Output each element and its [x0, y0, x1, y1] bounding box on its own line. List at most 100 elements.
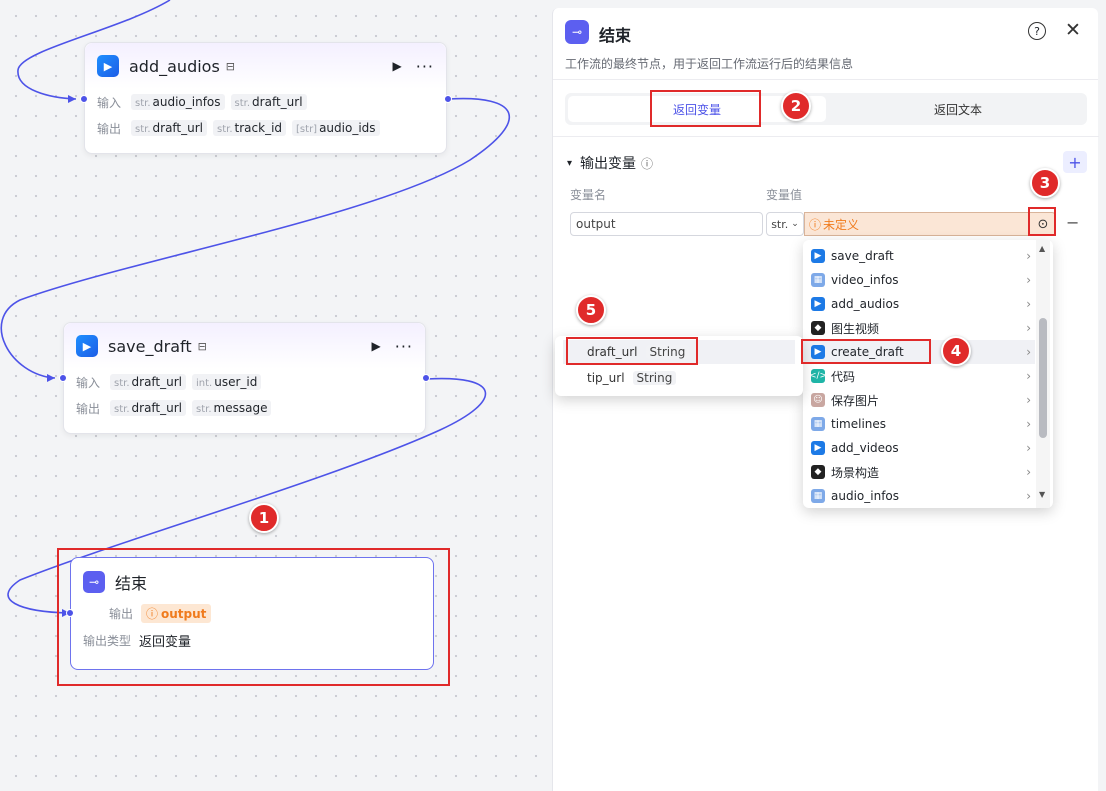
dropdown-item[interactable]: ▶ add_audios › [803, 292, 1035, 316]
chevron-right-icon: › [1026, 441, 1031, 455]
node-outputs-row: 输出 str. draft_url str. track_id [str] audio… [85, 115, 446, 141]
var-type-select[interactable]: str. ⌄ [766, 212, 804, 236]
input-port[interactable] [80, 95, 88, 103]
tab-return-text[interactable]: 返回文本 [829, 93, 1087, 125]
output-label: 输出 [97, 121, 122, 136]
plugin-icon: ▶ [811, 345, 825, 359]
node-outputs-row: 输出 str. draft_url str. message [64, 395, 425, 421]
plugin-icon: ▶ [76, 335, 98, 357]
chevron-right-icon: › [1026, 249, 1031, 263]
output-type-label: 输出类型 [83, 634, 132, 648]
dropdown-item[interactable]: ▦ timelines › [803, 412, 1035, 436]
dropdown-item[interactable]: ☺ 保存图片 › [803, 388, 1035, 412]
node-title: add_audios [129, 56, 220, 76]
input-label: 输入 [97, 95, 122, 110]
chevron-right-icon: › [1026, 465, 1031, 479]
badge-icon: ⊟ [197, 339, 207, 353]
plugin-icon: ▶ [811, 441, 825, 455]
panel-description: 工作流的最终节点，用于返回工作流运行后的结果信息 [565, 57, 854, 71]
save-draft-node[interactable]: ▶ save_draft ⊟ ▶ ··· 输入 str. draft_url in… [63, 322, 426, 434]
step-marker-2: 2 [781, 91, 811, 121]
end-icon: ⊸ [565, 20, 589, 44]
remove-variable-button[interactable]: − [1066, 213, 1079, 232]
plugin-icon: ▶ [811, 249, 825, 263]
panel-header: ⊸ 结束 ? ✕ 工作流的最终节点，用于返回工作流运行后的结果信息 [553, 8, 1098, 80]
add-audios-node[interactable]: ▶ add_audios ⊟ ▶ ··· 输入 str. audio_infos … [84, 42, 447, 154]
output-port[interactable] [444, 95, 452, 103]
step-marker-3: 3 [1030, 168, 1060, 198]
close-icon[interactable]: ✕ [1065, 19, 1081, 41]
node-header: ▶ add_audios ⊟ ▶ ··· [85, 43, 446, 89]
output-variables-section[interactable]: ▾ 输出变量 ⓘ [567, 153, 653, 173]
divider [553, 136, 1099, 137]
scroll-down-icon: ▼ [1039, 490, 1046, 499]
output-port[interactable] [422, 374, 430, 382]
step-marker-1: 1 [249, 503, 279, 533]
output-tag: str. track_id [213, 120, 287, 136]
dropdown-item[interactable]: ◆ 场景构造 › [803, 460, 1035, 484]
var-value-field[interactable]: ⓘ 未定义 [804, 212, 1056, 236]
end-icon: ⊸ [83, 571, 105, 593]
dropdown-item[interactable]: ▶ create_draft › [803, 340, 1035, 364]
more-icon[interactable]: ··· [395, 337, 413, 356]
node-header: ▶ save_draft ⊟ ▶ ··· [64, 323, 425, 369]
input-port[interactable] [66, 609, 74, 617]
warning-icon: ⓘ [146, 607, 159, 621]
input-tag: str. audio_infos [131, 94, 225, 110]
output-label: 输出 [76, 401, 101, 416]
var-value-column-label: 变量值 [766, 188, 803, 202]
end-output-type-row: 输出类型 返回变量 [71, 623, 433, 650]
input-tag: str. draft_url [230, 94, 307, 110]
output-type-value: 返回变量 [139, 635, 192, 650]
output-warning-tag: ⓘ output [141, 604, 212, 623]
output-tag: str. message [192, 400, 272, 416]
node-reference-dropdown[interactable]: ▶ save_draft › ▦ video_infos › ▶ add_audios › … [803, 240, 1053, 508]
dropdown-item[interactable]: ▶ add_videos › [803, 436, 1035, 460]
var-name-column-label: 变量名 [570, 188, 607, 202]
info-icon: ⓘ [641, 156, 654, 171]
dark-plugin-icon: ◆ [811, 465, 825, 479]
dropdown-item[interactable]: ▶ save_draft › [803, 244, 1035, 268]
workflow-canvas[interactable]: ▶ add_audios ⊟ ▶ ··· 输入 str. audio_infos … [0, 0, 552, 791]
chevron-right-icon: › [1026, 345, 1031, 359]
end-output-row: 输出 ⓘ output [71, 594, 433, 623]
chevron-right-icon: › [1026, 417, 1031, 431]
submenu-item[interactable]: tip_url String [563, 366, 795, 390]
input-tag: str. draft_url [110, 374, 187, 390]
chevron-right-icon: › [1026, 393, 1031, 407]
code-plugin-icon: ▦ [811, 417, 825, 431]
input-port[interactable] [59, 374, 67, 382]
node-inputs-row: 输入 str. audio_infos str. draft_url [85, 89, 446, 115]
dropdown-item[interactable]: ◆ 图生视频 › [803, 316, 1035, 340]
output-mode-tabs: 返回变量 返回文本 [565, 93, 1087, 125]
plugin-icon: ▶ [811, 297, 825, 311]
run-icon[interactable]: ▶ [372, 339, 381, 353]
scroll-up-icon: ▲ [1039, 244, 1046, 253]
output-label: 输出 [109, 607, 134, 621]
node-title: 结束 [115, 574, 148, 593]
chevron-down-icon: ▾ [567, 157, 573, 169]
chevron-right-icon: › [1026, 489, 1031, 503]
input-label: 输入 [76, 375, 101, 390]
add-variable-button[interactable]: + [1063, 151, 1087, 173]
variable-reference-button[interactable]: ⊙ [1030, 212, 1056, 236]
dropdown-item[interactable]: ▦ video_infos › [803, 268, 1035, 292]
step-marker-5: 5 [576, 295, 606, 325]
node-header: ⊸ 结束 [71, 558, 433, 594]
end-node[interactable]: ⊸ 结束 输出 ⓘ output 输出类型 返回变量 [70, 557, 434, 670]
step-marker-4: 4 [941, 336, 971, 366]
var-name-input[interactable]: output [570, 212, 763, 236]
dropdown-scrollbar[interactable]: ▲ ▼ [1036, 240, 1050, 508]
dropdown-item[interactable]: </> 代码 › [803, 364, 1035, 388]
output-tag: str. draft_url [110, 400, 187, 416]
submenu-item[interactable]: draft_url String [563, 340, 795, 364]
chevron-down-icon: ⌄ [791, 219, 799, 229]
more-icon[interactable]: ··· [416, 57, 434, 76]
dropdown-item[interactable]: ▦ audio_infos › [803, 484, 1035, 508]
run-icon[interactable]: ▶ [393, 59, 402, 73]
help-icon[interactable]: ? [1028, 22, 1046, 40]
code-icon: </> [808, 369, 828, 383]
output-tag: str. draft_url [131, 120, 208, 136]
panel-title: 结束 [599, 26, 632, 45]
field-submenu[interactable]: draft_url String tip_url String [555, 336, 803, 396]
